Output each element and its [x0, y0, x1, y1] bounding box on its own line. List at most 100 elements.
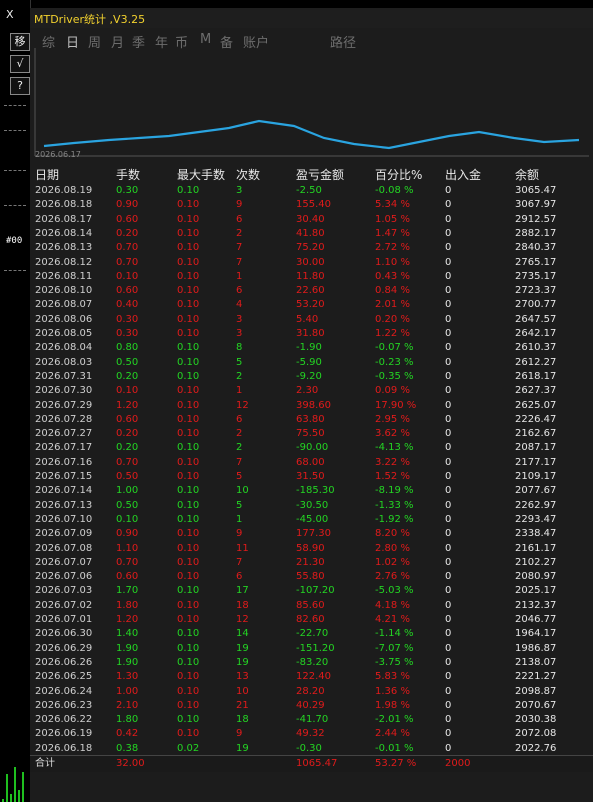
table-cell: 1.52 %: [375, 471, 410, 482]
table-row: 2026.07.17 0.20 0.10 2 -90.00 -4.13 % 0 2087.17: [30, 440, 593, 455]
histogram-bar: [14, 767, 16, 802]
table-cell: 14: [236, 628, 249, 640]
table-cell: -0.35 %: [375, 370, 414, 382]
table-cell: 0.60: [116, 213, 139, 225]
table-cell: 2026.07.13: [35, 499, 93, 511]
total-label: 合计: [35, 758, 55, 769]
table-cell: 0: [445, 742, 452, 754]
tab-7[interactable]: M: [200, 32, 211, 47]
table-cell: 1: [236, 270, 243, 282]
table-cell: 177.30: [296, 528, 331, 540]
table-cell: 0.10: [177, 256, 200, 268]
table-cell: 2618.17: [515, 370, 557, 382]
histogram-bar: [22, 772, 24, 802]
balance-line: [43, 119, 580, 150]
table-cell: 68.00: [296, 456, 325, 468]
table-cell: 1.47 %: [375, 227, 410, 239]
table-cell: 2030.38: [515, 714, 557, 726]
table-cell: 2.72 %: [375, 242, 410, 254]
table-cell: 2026.06.22: [35, 714, 93, 726]
table-cell: 0.02: [177, 742, 200, 754]
table-cell: 0.10: [177, 599, 200, 611]
table-row: 2026.07.15 0.50 0.10 5 31.50 1.52 % 0 2109.17: [30, 469, 593, 484]
app-title: MTDriver统计 ,V3.25: [34, 13, 146, 26]
table-cell: 0: [445, 428, 452, 440]
table-cell: 0.10: [177, 571, 200, 583]
table-row: 2026.06.30 1.40 0.10 14 -22.70 -1.14 % 0 1964.1…: [30, 626, 593, 641]
table-cell: 0.10: [177, 642, 200, 654]
table-cell: 0.90: [116, 528, 139, 540]
table-cell: 0.10: [177, 185, 200, 196]
table-cell: 41.80: [296, 227, 325, 239]
table-cell: 0.20 %: [375, 313, 410, 325]
table-row: 2026.08.10 0.60 0.10 6 22.60 0.84 % 0 2723.37: [30, 283, 593, 298]
table-cell: 0.10: [177, 428, 200, 440]
table-cell: 21: [236, 699, 249, 711]
table-cell: 2026.07.17: [35, 442, 93, 454]
divider: [4, 170, 26, 171]
table-cell: 2026.08.05: [35, 328, 93, 339]
table-cell: 5.34 %: [375, 199, 410, 211]
table-cell: 2026.07.09: [35, 528, 93, 540]
table-cell: -4.13 %: [375, 442, 414, 454]
table-cell: 0.10: [177, 585, 200, 597]
table-cell: 0.10: [177, 227, 200, 239]
table-cell: 2026.07.27: [35, 428, 93, 440]
table-cell: 0: [445, 528, 452, 540]
table-cell: 2026.07.28: [35, 413, 93, 425]
table-cell: 2026.08.18: [35, 199, 93, 211]
table-cell: -30.50: [296, 499, 329, 511]
table-cell: 0: [445, 485, 452, 497]
table-cell: 398.60: [296, 399, 331, 411]
close-icon[interactable]: X: [6, 8, 14, 21]
total-row: 合计 32.00 1065.47 53.27 % 2000: [30, 755, 593, 772]
table-row: 2026.08.06 0.30 0.10 3 5.40 0.20 % 0 2647.57: [30, 312, 593, 327]
table-cell: 2162.67: [515, 428, 557, 440]
table-cell: -0.07 %: [375, 342, 414, 354]
table-cell: 1: [236, 513, 243, 525]
table-cell: 2026.08.07: [35, 299, 93, 311]
table-cell: 53.20: [296, 299, 325, 311]
table-cell: 11: [236, 542, 249, 554]
table-cell: 0.10: [177, 456, 200, 468]
table-cell: 0.70: [116, 242, 139, 254]
table-cell: 0.30: [116, 328, 139, 339]
table-cell: 0: [445, 571, 452, 583]
move-button[interactable]: 移: [10, 33, 30, 51]
table-cell: 0.70: [116, 256, 139, 268]
table-cell: 0: [445, 213, 452, 225]
help-button[interactable]: ?: [10, 77, 30, 95]
table-cell: 9: [236, 728, 243, 740]
table-cell: -3.75 %: [375, 656, 414, 668]
price-label: #00: [6, 236, 23, 246]
table-cell: 2612.27: [515, 356, 557, 368]
table-cell: 2026.06.30: [35, 628, 93, 640]
table-cell: 17: [236, 585, 249, 597]
table-cell: 0.10: [177, 285, 200, 297]
table-cell: 0: [445, 671, 452, 683]
table-cell: -90.00: [296, 442, 329, 454]
table-cell: 55.80: [296, 571, 325, 583]
table-row: 2026.07.01 1.20 0.10 12 82.60 4.21 % 0 2046.77: [30, 612, 593, 627]
table-cell: 0.10: [177, 528, 200, 540]
table-cell: 2026.07.30: [35, 385, 93, 397]
check-button[interactable]: √: [10, 55, 30, 73]
table-cell: 2177.17: [515, 456, 557, 468]
table-cell: 0.84 %: [375, 285, 410, 297]
table-cell: 85.60: [296, 599, 325, 611]
total-pnl: 1065.47: [296, 758, 338, 769]
divider: [4, 270, 26, 271]
table-cell: 2.80 %: [375, 542, 410, 554]
table-cell: 0: [445, 242, 452, 254]
table-cell: 0: [445, 585, 452, 597]
column-header: 次数: [236, 168, 261, 182]
table-cell: 2046.77: [515, 614, 557, 625]
table-cell: 0.10: [177, 471, 200, 482]
table-cell: 0.20: [116, 442, 139, 454]
table-cell: 2: [236, 428, 243, 440]
table-cell: 2026.07.06: [35, 571, 93, 583]
table-cell: 0.40: [116, 299, 139, 311]
table-cell: 2026.07.15: [35, 471, 93, 482]
table-cell: 0: [445, 356, 452, 368]
table-cell: 1.80: [116, 599, 139, 611]
